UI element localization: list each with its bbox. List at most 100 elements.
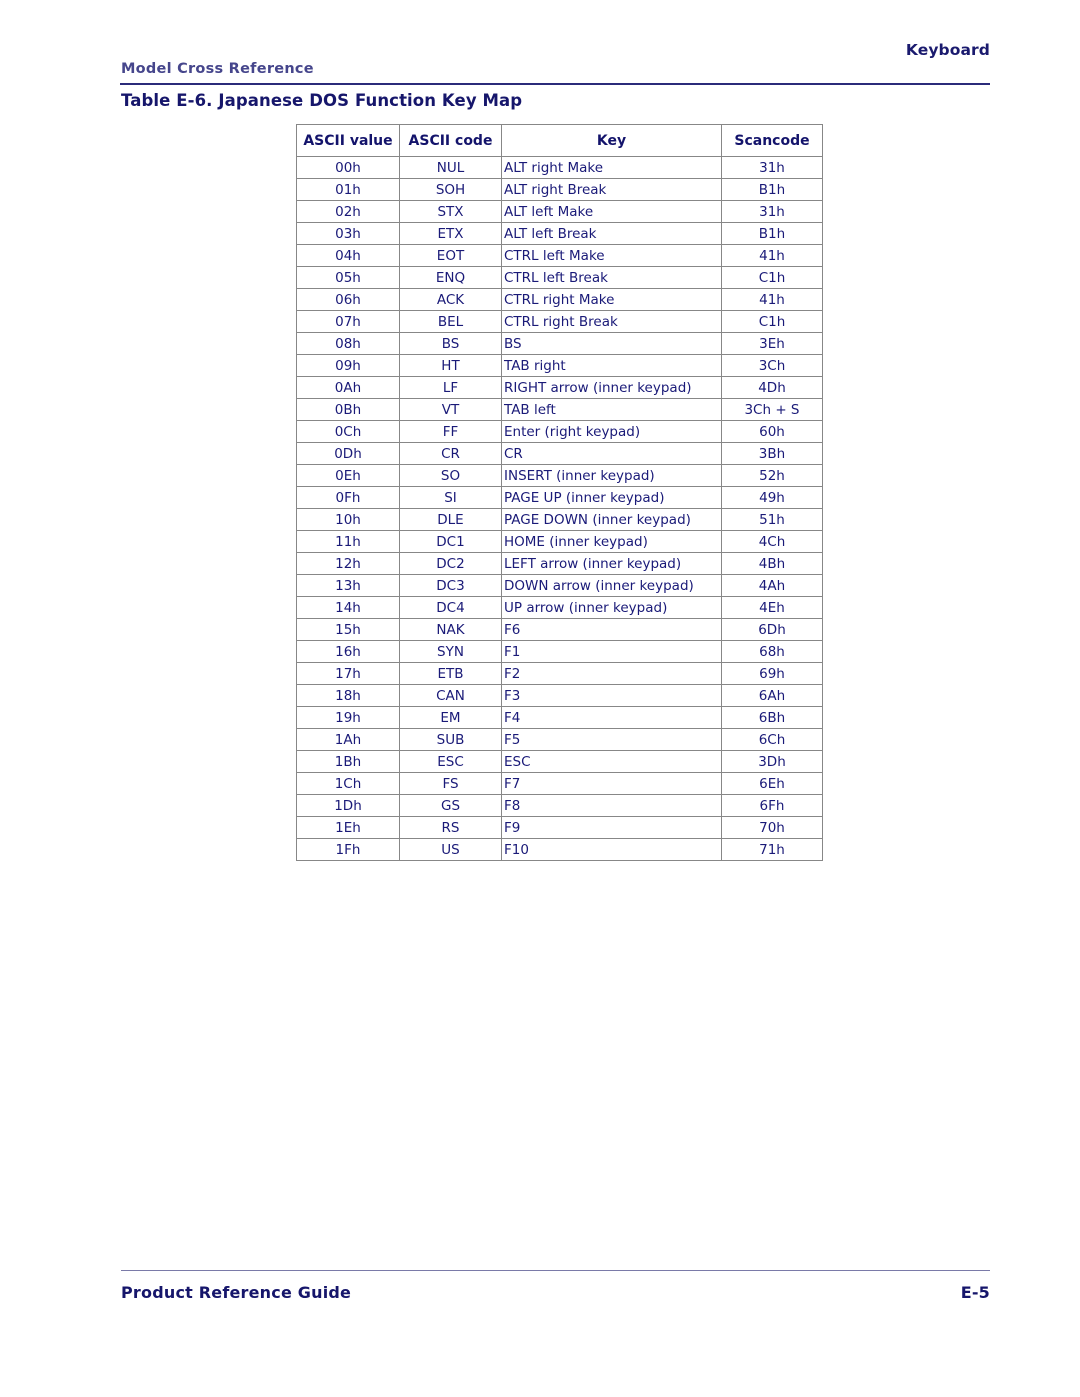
cell-key: PAGE DOWN (inner keypad) bbox=[501, 508, 722, 531]
cell-key: TAB right bbox=[501, 354, 722, 377]
table-row: 11h DC1 HOME (inner keypad) 4Ch bbox=[296, 530, 823, 553]
cell-ascii-value: 06h bbox=[296, 288, 400, 311]
cell-scancode: 6Fh bbox=[721, 794, 823, 817]
cell-scancode: 60h bbox=[721, 420, 823, 443]
cell-key: F9 bbox=[501, 816, 722, 839]
table-row: 1Ch FS F7 6Eh bbox=[296, 772, 823, 795]
cell-scancode: 4Bh bbox=[721, 552, 823, 575]
table-row: 19h EM F4 6Bh bbox=[296, 706, 823, 729]
cell-ascii-value: 1Fh bbox=[296, 838, 400, 861]
cell-scancode: B1h bbox=[721, 222, 823, 245]
cell-ascii-value: 1Bh bbox=[296, 750, 400, 773]
table-row: 1Ah SUB F5 6Ch bbox=[296, 728, 823, 751]
document-page: Keyboard Model Cross Reference Table E-6… bbox=[0, 0, 1080, 1397]
cell-ascii-value: 11h bbox=[296, 530, 400, 553]
cell-scancode: 6Bh bbox=[721, 706, 823, 729]
cell-ascii-code: EM bbox=[399, 706, 502, 729]
cell-key: F7 bbox=[501, 772, 722, 795]
cell-key: F5 bbox=[501, 728, 722, 751]
cell-key: F6 bbox=[501, 618, 722, 641]
cell-ascii-value: 10h bbox=[296, 508, 400, 531]
cell-key: ALT left Break bbox=[501, 222, 722, 245]
cell-ascii-code: SUB bbox=[399, 728, 502, 751]
table-row: 00h NUL ALT right Make 31h bbox=[296, 156, 823, 179]
japanese-dos-function-key-map-table: ASCII value ASCII code Key Scancode 00h N… bbox=[296, 124, 823, 861]
cell-ascii-code: SI bbox=[399, 486, 502, 509]
cell-key: BS bbox=[501, 332, 722, 355]
cell-ascii-code: HT bbox=[399, 354, 502, 377]
cell-ascii-value: 1Dh bbox=[296, 794, 400, 817]
cell-ascii-value: 0Ch bbox=[296, 420, 400, 443]
cell-scancode: 69h bbox=[721, 662, 823, 685]
table-row: 1Dh GS F8 6Fh bbox=[296, 794, 823, 817]
cell-scancode: 6Eh bbox=[721, 772, 823, 795]
table-row: 07h BEL CTRL right Break C1h bbox=[296, 310, 823, 333]
cell-scancode: 3Ch bbox=[721, 354, 823, 377]
cell-ascii-code: RS bbox=[399, 816, 502, 839]
cell-scancode: 41h bbox=[721, 288, 823, 311]
table-row: 03h ETX ALT left Break B1h bbox=[296, 222, 823, 245]
cell-scancode: 71h bbox=[721, 838, 823, 861]
cell-key: ESC bbox=[501, 750, 722, 773]
cell-ascii-value: 08h bbox=[296, 332, 400, 355]
cell-ascii-value: 18h bbox=[296, 684, 400, 707]
cell-key: ALT right Break bbox=[501, 178, 722, 201]
table-row: 0Eh SO INSERT (inner keypad) 52h bbox=[296, 464, 823, 487]
cell-ascii-code: NAK bbox=[399, 618, 502, 641]
cell-scancode: 52h bbox=[721, 464, 823, 487]
cell-ascii-value: 12h bbox=[296, 552, 400, 575]
cell-ascii-code: LF bbox=[399, 376, 502, 399]
cell-scancode: 49h bbox=[721, 486, 823, 509]
table-row: 0Ah LF RIGHT arrow (inner keypad) 4Dh bbox=[296, 376, 823, 399]
cell-key: TAB left bbox=[501, 398, 722, 421]
table-row: 0Dh CR CR 3Bh bbox=[296, 442, 823, 465]
cell-ascii-code: GS bbox=[399, 794, 502, 817]
table-row: 0Ch FF Enter (right keypad) 60h bbox=[296, 420, 823, 443]
table-row: 0Fh SI PAGE UP (inner keypad) 49h bbox=[296, 486, 823, 509]
cell-ascii-value: 03h bbox=[296, 222, 400, 245]
cell-ascii-code: ESC bbox=[399, 750, 502, 773]
table-caption: Table E-6. Japanese DOS Function Key Map bbox=[121, 91, 523, 110]
cell-key: F8 bbox=[501, 794, 722, 817]
cell-ascii-code: FS bbox=[399, 772, 502, 795]
cell-ascii-value: 0Bh bbox=[296, 398, 400, 421]
column-header-ascii-code: ASCII code bbox=[399, 124, 502, 157]
running-head-chapter: Keyboard bbox=[905, 41, 990, 59]
cell-key: CTRL left Break bbox=[501, 266, 722, 289]
table-row: 12h DC2 LEFT arrow (inner keypad) 4Bh bbox=[296, 552, 823, 575]
cell-ascii-value: 16h bbox=[296, 640, 400, 663]
cell-key: F1 bbox=[501, 640, 722, 663]
column-header-scancode: Scancode bbox=[721, 124, 823, 157]
table-row: 17h ETB F2 69h bbox=[296, 662, 823, 685]
table-header-row: ASCII value ASCII code Key Scancode bbox=[296, 124, 823, 157]
cell-ascii-value: 19h bbox=[296, 706, 400, 729]
cell-ascii-value: 00h bbox=[296, 156, 400, 179]
running-head-section: Model Cross Reference bbox=[121, 61, 314, 77]
cell-ascii-value: 04h bbox=[296, 244, 400, 267]
table-row: 10h DLE PAGE DOWN (inner keypad) 51h bbox=[296, 508, 823, 531]
cell-ascii-value: 17h bbox=[296, 662, 400, 685]
cell-scancode: 6Ch bbox=[721, 728, 823, 751]
cell-ascii-code: DC4 bbox=[399, 596, 502, 619]
table-row: 1Bh ESC ESC 3Dh bbox=[296, 750, 823, 773]
cell-scancode: 3Dh bbox=[721, 750, 823, 773]
cell-ascii-value: 07h bbox=[296, 310, 400, 333]
cell-key: CTRL left Make bbox=[501, 244, 722, 267]
table-row: 0Bh VT TAB left 3Ch + S bbox=[296, 398, 823, 421]
cell-key: LEFT arrow (inner keypad) bbox=[501, 552, 722, 575]
cell-ascii-code: ETX bbox=[399, 222, 502, 245]
cell-scancode: 31h bbox=[721, 156, 823, 179]
cell-ascii-code: SO bbox=[399, 464, 502, 487]
table-row: 06h ACK CTRL right Make 41h bbox=[296, 288, 823, 311]
footer-page-number: E-5 bbox=[960, 1283, 990, 1302]
cell-ascii-code: BEL bbox=[399, 310, 502, 333]
cell-scancode: 4Eh bbox=[721, 596, 823, 619]
cell-key: INSERT (inner keypad) bbox=[501, 464, 722, 487]
cell-ascii-code: STX bbox=[399, 200, 502, 223]
cell-scancode: C1h bbox=[721, 310, 823, 333]
cell-key: Enter (right keypad) bbox=[501, 420, 722, 443]
header-rule bbox=[120, 83, 990, 85]
table-row: 05h ENQ CTRL left Break C1h bbox=[296, 266, 823, 289]
cell-ascii-code: CAN bbox=[399, 684, 502, 707]
cell-ascii-value: 0Ah bbox=[296, 376, 400, 399]
